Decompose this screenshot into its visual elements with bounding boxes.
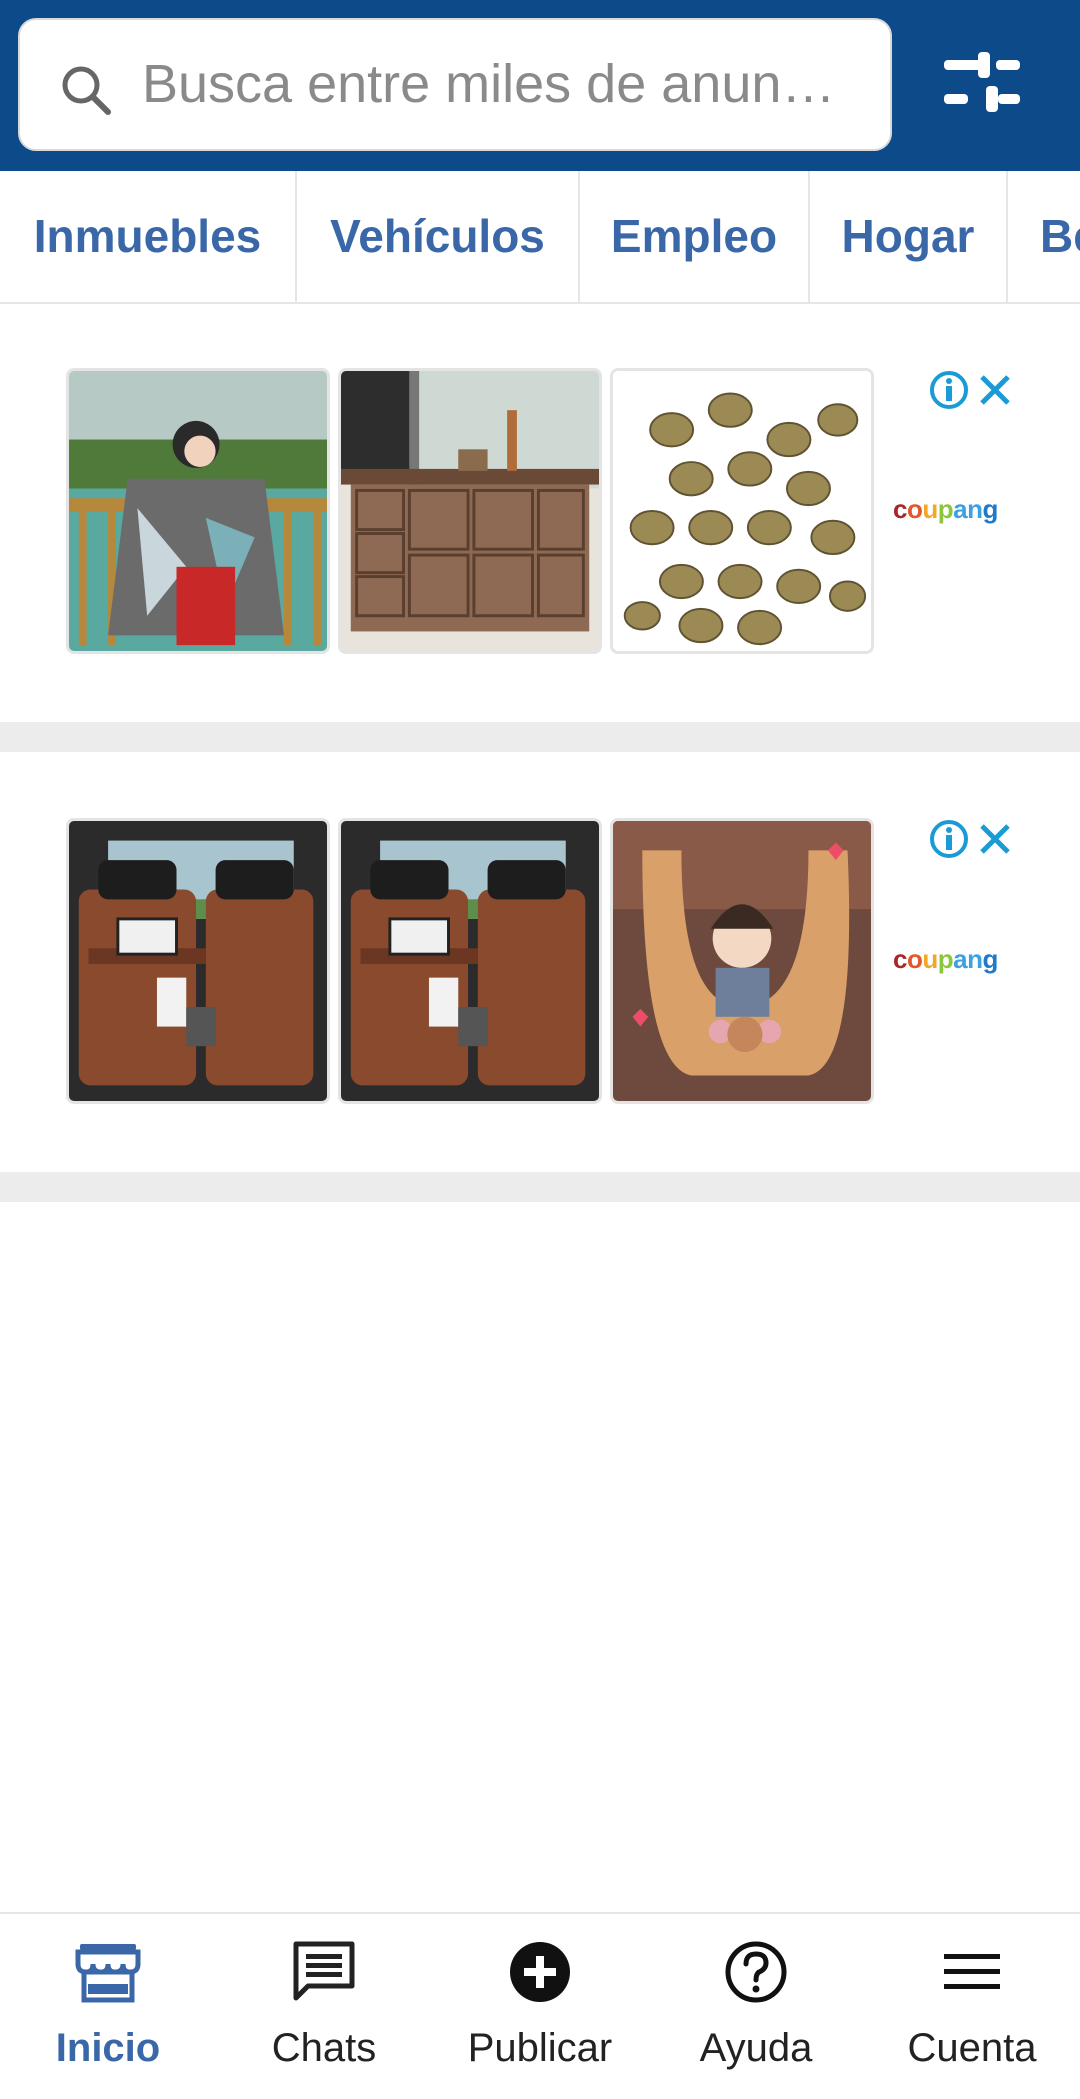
- section-divider: [0, 722, 1080, 752]
- ad-product-image[interactable]: [338, 368, 602, 654]
- bottom-navigation: Inicio Chats Publicar Ayuda Cuenta: [0, 1912, 1080, 2097]
- filter-icon[interactable]: [942, 50, 1022, 120]
- ad-banner-1[interactable]: coupang: [0, 304, 1080, 724]
- top-bar: Busca entre miles de anun…: [0, 0, 1080, 171]
- add-circle-icon: [510, 1942, 570, 2002]
- logo-letter: u: [922, 944, 938, 974]
- woman-shawl-photo: [69, 371, 327, 651]
- chat-icon: [293, 1941, 355, 2001]
- help-icon: [725, 1941, 787, 2003]
- nav-publicar[interactable]: Publicar: [432, 1914, 648, 2099]
- category-tab-empleo[interactable]: Empleo: [580, 171, 810, 302]
- logo-letter: o: [906, 944, 923, 974]
- nav-ayuda[interactable]: Ayuda: [648, 1914, 864, 2099]
- nav-cuenta[interactable]: Cuenta: [864, 1914, 1080, 2099]
- menu-icon: [944, 1954, 1000, 1989]
- nav-label-chats: Chats: [271, 2026, 377, 2070]
- dresser-photo: [341, 371, 599, 651]
- nav-label-ayuda: Ayuda: [699, 2026, 813, 2070]
- ad-product-image[interactable]: [338, 818, 602, 1104]
- search-icon: [62, 66, 111, 115]
- info-icon[interactable]: [928, 818, 970, 860]
- advertiser-logo: coupang: [893, 944, 998, 975]
- ad-product-image[interactable]: [610, 368, 874, 654]
- ad-banner-2[interactable]: coupang: [0, 752, 1080, 1172]
- nav-label-cuenta: Cuenta: [907, 2026, 1037, 2070]
- category-tabs: Inmuebles Vehículos Empleo Hogar Be: [0, 171, 1080, 304]
- logo-letter: a: [953, 494, 968, 524]
- search-box[interactable]: Busca entre miles de anun…: [18, 18, 892, 151]
- section-divider: [0, 1172, 1080, 1202]
- logo-letter: n: [967, 944, 983, 974]
- logo-letter: a: [953, 944, 968, 974]
- category-tab-vehiculos[interactable]: Vehículos: [297, 171, 580, 302]
- nav-chats[interactable]: Chats: [216, 1914, 432, 2099]
- logo-letter: n: [967, 494, 983, 524]
- close-icon[interactable]: [975, 819, 1015, 859]
- metal-charms-photo: [613, 371, 871, 651]
- nav-label-publicar: Publicar: [467, 2026, 613, 2070]
- logo-letter: g: [982, 494, 999, 524]
- ad-product-image[interactable]: [610, 818, 874, 1104]
- category-tab-inmuebles[interactable]: Inmuebles: [0, 171, 297, 302]
- search-input[interactable]: Busca entre miles de anun…: [142, 44, 882, 124]
- category-tab-hogar[interactable]: Hogar: [810, 171, 1008, 302]
- logo-letter: c: [893, 494, 907, 524]
- logo-letter: p: [937, 944, 954, 974]
- logo-letter: c: [893, 944, 907, 974]
- ad-product-image[interactable]: [66, 368, 330, 654]
- car-seat-organizer-photo: [341, 821, 599, 1101]
- logo-letter: g: [982, 944, 999, 974]
- nav-inicio[interactable]: Inicio: [0, 1914, 216, 2099]
- ad-product-image[interactable]: [66, 818, 330, 1104]
- logo-letter: u: [922, 494, 938, 524]
- close-icon[interactable]: [975, 370, 1015, 410]
- category-tab-next[interactable]: Be: [1008, 171, 1080, 302]
- logo-letter: o: [906, 494, 923, 524]
- nav-label-inicio: Inicio: [55, 2026, 161, 2070]
- store-icon: [75, 1944, 141, 2003]
- info-icon[interactable]: [928, 369, 970, 411]
- advertiser-logo: coupang: [893, 494, 998, 525]
- car-seat-organizer-photo: [69, 821, 327, 1101]
- logo-letter: p: [937, 494, 954, 524]
- child-pillow-photo: [613, 821, 871, 1101]
